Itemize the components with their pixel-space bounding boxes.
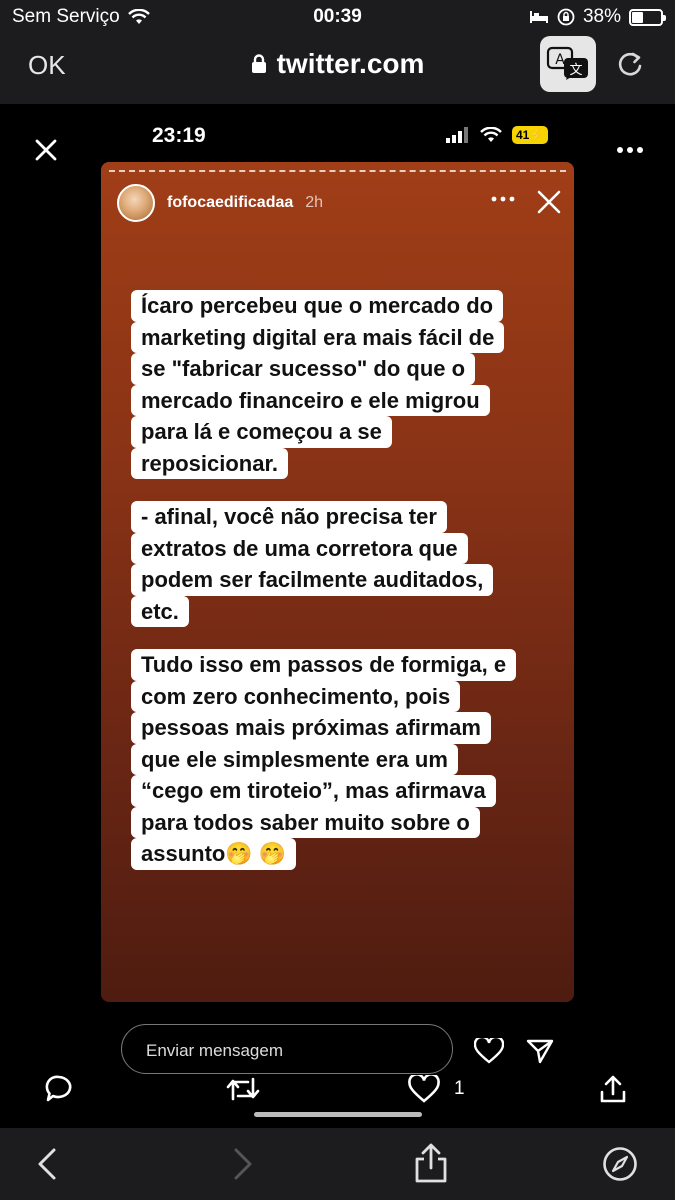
like-button[interactable]: 1 <box>408 1072 465 1106</box>
share-icon <box>600 1075 626 1103</box>
story-progress-bar <box>109 170 566 172</box>
tweet-actions: 1 <box>0 1072 675 1112</box>
text-line: etc. <box>131 595 189 627</box>
text-line: mercado financeiro e ele migrou <box>131 384 490 416</box>
story-text: Ícaro percebeu que o mercado do marketin… <box>131 290 551 892</box>
send-icon[interactable] <box>526 1038 554 1064</box>
media-viewer: 23:19 41⚡ fofocaedificadaa 2h Ícaro perc… <box>0 104 675 1128</box>
retweet-icon <box>226 1077 260 1101</box>
screenshot-battery: 41⚡ <box>512 126 549 144</box>
back-icon[interactable] <box>30 1146 66 1182</box>
message-input[interactable]: Enviar mensagem <box>121 1024 453 1074</box>
text-line: com zero conhecimento, pois <box>131 680 461 712</box>
url-text: twitter.com <box>276 48 425 79</box>
forward-icon[interactable] <box>224 1146 260 1182</box>
text-line: reposicionar. <box>131 447 288 479</box>
screenshot-time: 23:19 <box>152 124 206 147</box>
more-icon[interactable] <box>491 194 515 204</box>
battery-level <box>632 11 644 23</box>
heart-icon[interactable] <box>474 1038 504 1064</box>
screenshot-battery-label: 41 <box>516 128 530 142</box>
wifi-icon <box>480 127 502 142</box>
svg-text:文: 文 <box>569 63 582 78</box>
status-bar: Sem Serviço 00:39 38% <box>0 0 675 34</box>
text-line: podem ser facilmente auditados, <box>131 564 494 596</box>
translate-button[interactable]: A 文 <box>540 36 596 92</box>
text-line: “cego em tiroteio”, mas afirmava <box>131 775 496 807</box>
lock-icon <box>251 54 266 73</box>
text-line: assunto🤭 🤭 <box>131 838 297 870</box>
text-line: se "fabricar sucesso" do que o <box>131 353 476 385</box>
orientation-lock-icon <box>557 8 575 26</box>
text-line: Ícaro percebeu que o mercado do <box>131 290 504 322</box>
instagram-story: fofocaedificadaa 2h Ícaro percebeu que o… <box>101 162 574 1002</box>
retweet-button[interactable] <box>226 1072 260 1106</box>
text-line: marketing digital era mais fácil de <box>131 321 505 353</box>
heart-icon <box>408 1075 440 1103</box>
text-line: que ele simplesmente era um <box>131 743 458 775</box>
home-indicator <box>254 1112 422 1117</box>
compass-icon[interactable] <box>602 1146 638 1182</box>
story-header: fofocaedificadaa 2h <box>117 184 323 222</box>
text-paragraph-2: - afinal, você não precisa ter extratos … <box>131 501 551 627</box>
like-count: 1 <box>454 1078 465 1099</box>
story-username[interactable]: fofocaedificadaa <box>167 194 293 212</box>
status-right: 38% <box>529 6 666 28</box>
text-line: pessoas mais próximas afirmam <box>131 712 491 744</box>
avatar[interactable] <box>117 184 155 222</box>
translate-icon: A 文 <box>546 46 588 80</box>
battery-icon <box>629 8 666 26</box>
reply-icon <box>45 1075 72 1102</box>
bed-icon <box>529 11 548 23</box>
screenshot-status-icons: 41⚡ <box>446 126 549 144</box>
svg-text:A: A <box>555 52 565 68</box>
message-placeholder: Enviar mensagem <box>146 1041 284 1060</box>
text-line: - afinal, você não precisa ter <box>131 501 447 533</box>
share-icon[interactable] <box>412 1142 450 1184</box>
text-line: para todos saber muito sobre o <box>131 806 480 838</box>
battery-percent: 38% <box>582 6 621 27</box>
story-age: 2h <box>305 194 324 211</box>
close-icon[interactable] <box>537 190 561 214</box>
text-line: extratos de uma corretora que <box>131 532 468 564</box>
share-button[interactable] <box>598 1072 628 1106</box>
browser-bottom-bar <box>0 1128 675 1200</box>
text-line: Tudo isso em passos de formiga, e <box>131 649 517 681</box>
reply-button[interactable] <box>44 1072 74 1106</box>
text-paragraph-3: Tudo isso em passos de formiga, e com ze… <box>131 649 551 870</box>
reload-icon[interactable] <box>614 48 646 80</box>
screenshot-status-bar: 23:19 41⚡ <box>0 124 675 154</box>
browser-top-bar: OK twitter.com A 文 <box>0 34 675 104</box>
text-line: para lá e começou a se <box>131 416 392 448</box>
signal-icon <box>446 127 468 143</box>
text-paragraph-1: Ícaro percebeu que o mercado do marketin… <box>131 290 551 479</box>
